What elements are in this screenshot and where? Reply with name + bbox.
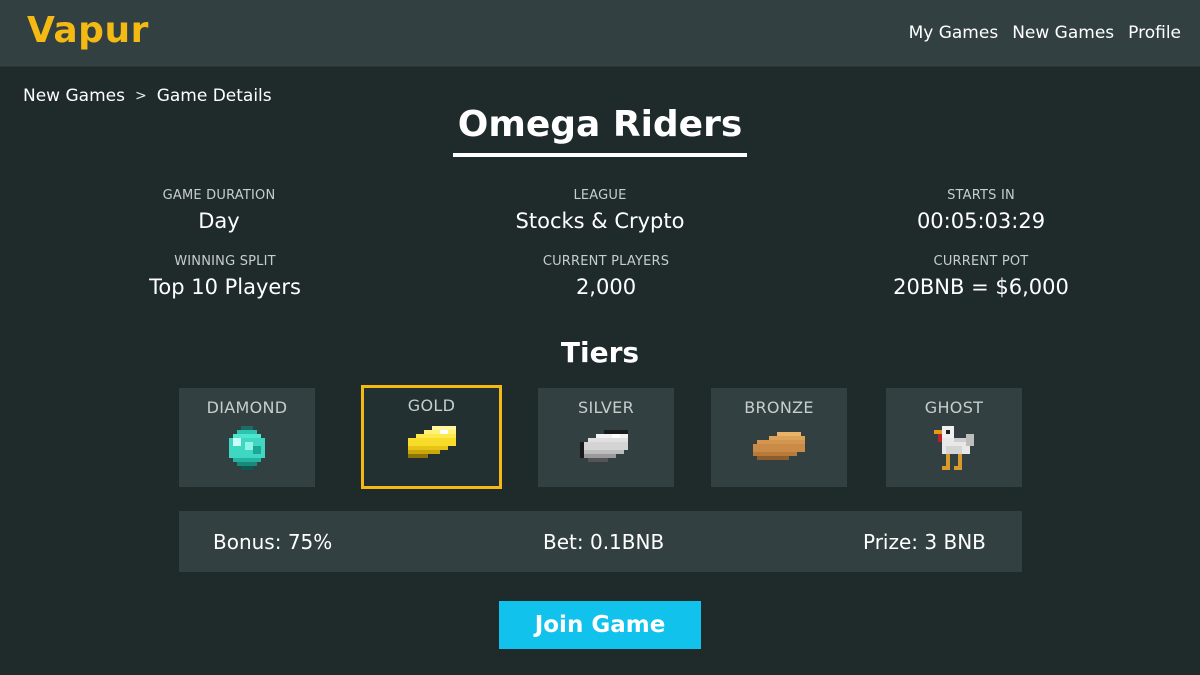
breadcrumb-game-details: Game Details [156, 86, 272, 106]
top-bar: Vapur My Games New Games Profile [0, 0, 1200, 67]
tier-card-diamond[interactable]: DIAMOND [179, 388, 315, 487]
bonus-text: Bonus: 75% [213, 530, 333, 554]
stat-value: Stocks & Crypto [515, 209, 685, 233]
stat-label: WINNING SPLIT [174, 254, 276, 269]
nav-profile[interactable]: Profile [1128, 23, 1181, 43]
title-underline [453, 153, 747, 157]
chicken-icon [934, 426, 974, 470]
join-game-button[interactable]: Join Game [499, 601, 701, 649]
nav-my-games[interactable]: My Games [909, 23, 999, 43]
tier-card-ghost[interactable]: GHOST [886, 388, 1022, 487]
stat-label: CURRENT PLAYERS [542, 254, 670, 269]
vapur-logo[interactable]: Vapur [27, 10, 149, 51]
tier-label: GOLD [407, 396, 456, 415]
stat-current-pot: CURRENT POT 20BNB = $6,000 [851, 253, 1111, 299]
gold-ingot-icon [407, 426, 456, 458]
stat-value: Top 10 Players [149, 275, 301, 299]
stat-value: 2,000 [575, 275, 637, 299]
prize-text: Prize: 3 BNB [863, 530, 986, 554]
bet-text: Bet: 0.1BNB [543, 530, 665, 554]
stat-value: 00:05:03:29 [916, 209, 1046, 233]
diamond-icon [229, 426, 265, 470]
tier-card-gold[interactable]: GOLD [361, 385, 502, 489]
breadcrumb: New Games > Game Details [23, 86, 272, 106]
stat-value: 20BNB = $6,000 [893, 275, 1069, 299]
tier-label: BRONZE [744, 398, 814, 417]
page-title: Omega Riders [457, 104, 743, 145]
bet-info-bar: Bonus: 75% Bet: 0.1BNB Prize: 3 BNB [179, 511, 1022, 572]
tier-card-silver[interactable]: SILVER [538, 388, 674, 487]
bronze-ingot-icon [753, 432, 805, 460]
tier-label: SILVER [577, 398, 634, 417]
stat-winning-split: WINNING SPLIT Top 10 Players [95, 253, 355, 299]
tier-label: DIAMOND [206, 398, 288, 417]
stat-game-duration: GAME DURATION Day [89, 187, 349, 233]
tier-card-bronze[interactable]: BRONZE [711, 388, 847, 487]
stat-league: LEAGUE Stocks & Crypto [470, 187, 730, 233]
breadcrumb-separator: > [134, 88, 147, 104]
stat-label: CURRENT POT [933, 254, 1029, 269]
breadcrumb-new-games[interactable]: New Games [23, 86, 125, 106]
nav-new-games[interactable]: New Games [1012, 23, 1114, 43]
silver-ingot-icon [580, 430, 628, 462]
stat-starts-in: STARTS IN 00:05:03:29 [851, 187, 1111, 233]
stat-label: LEAGUE [573, 188, 627, 203]
main-nav: My Games New Games Profile [909, 23, 1181, 43]
stat-label: GAME DURATION [162, 188, 276, 203]
stat-value: Day [198, 209, 240, 233]
stat-label: STARTS IN [947, 188, 1015, 203]
tiers-heading: Tiers [560, 336, 640, 369]
tier-label: GHOST [924, 398, 984, 417]
stat-current-players: CURRENT PLAYERS 2,000 [476, 253, 736, 299]
